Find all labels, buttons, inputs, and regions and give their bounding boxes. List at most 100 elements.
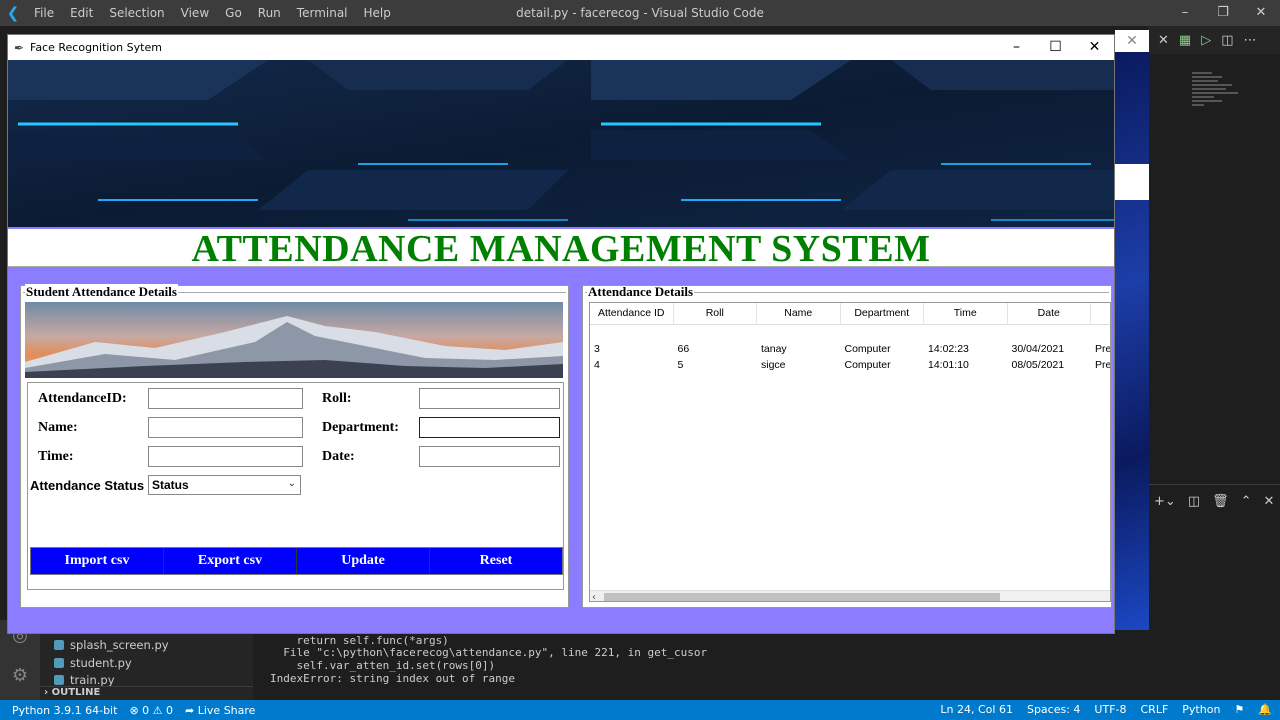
column-header[interactable]: Roll — [674, 303, 757, 325]
notifications-icon[interactable]: 🔔 — [1258, 700, 1272, 720]
menu-item-run[interactable]: Run — [250, 0, 289, 26]
table-cell: 66 — [677, 343, 690, 355]
vscode-logo-icon: ❮ — [6, 4, 20, 22]
live-share-icon: ➦ — [185, 703, 198, 717]
trash-icon[interactable]: 🗑 — [1212, 494, 1229, 509]
table-border — [1110, 373, 1111, 583]
terminal-line: self.var_atten_id.set(rows[0]) — [270, 659, 496, 672]
feedback-icon[interactable]: ⚑ — [1234, 700, 1244, 720]
run-file-icon[interactable]: ▷ — [1201, 33, 1211, 48]
background-window-close-icon[interactable]: ✕ — [1115, 30, 1149, 52]
attendance-status-select[interactable]: Status ⌄ — [148, 475, 301, 495]
column-header[interactable]: Name — [757, 303, 841, 325]
attendance-form: AttendanceID: Roll: Name: Department: Ti… — [27, 382, 564, 590]
chevron-down-icon: ⌄ — [287, 478, 296, 489]
live-share-button[interactable]: ➦ Live Share — [185, 704, 255, 717]
line-ending[interactable]: CRLF — [1141, 700, 1169, 720]
name-input[interactable] — [148, 417, 303, 438]
column-header[interactable]: Time — [924, 303, 1008, 325]
header-banner-image — [8, 60, 1114, 227]
scroll-left-icon[interactable]: ‹ — [592, 591, 596, 601]
table-row[interactable]: 3 66 tanay Computer 14:02:23 30/04/2021 Pres — [590, 341, 1110, 357]
more-actions-icon[interactable]: ⋯ — [1244, 33, 1257, 48]
department-label: Department: — [322, 420, 399, 435]
menu-item-file[interactable]: File — [26, 0, 62, 26]
date-input[interactable] — [419, 446, 560, 467]
scrollbar-thumb[interactable] — [604, 593, 1000, 601]
background-window — [1115, 52, 1149, 630]
date-label: Date: — [322, 449, 355, 464]
attendance-id-input[interactable] — [148, 388, 303, 409]
indentation[interactable]: Spaces: 4 — [1027, 700, 1080, 720]
language-mode[interactable]: Python — [1182, 700, 1220, 720]
update-button[interactable]: Update — [297, 548, 430, 574]
encoding[interactable]: UTF-8 — [1094, 700, 1126, 720]
table-row[interactable]: 4 5 sigce Computer 14:01:10 08/05/2021 Pres — [590, 357, 1111, 373]
cursor-position[interactable]: Ln 24, Col 61 — [940, 700, 1013, 720]
close-tab-icon[interactable]: ✕ — [1158, 33, 1169, 48]
menu-item-go[interactable]: Go — [217, 0, 250, 26]
gear-icon[interactable]: ⚙ — [8, 664, 32, 688]
table-cell: Pres — [1095, 359, 1111, 371]
close-icon[interactable]: ✕ — [1075, 35, 1114, 60]
split-terminal-icon[interactable]: ◫ — [1188, 494, 1200, 509]
menu-item-view[interactable]: View — [173, 0, 217, 26]
department-input[interactable] — [419, 417, 560, 438]
run-extension-icon[interactable]: ▦ — [1179, 33, 1191, 48]
app-titlebar: ✒ Face Recognition Sytem – ☐ ✕ — [8, 35, 1114, 60]
maximize-icon[interactable]: ❐ — [1204, 0, 1242, 26]
new-terminal-icon[interactable]: +⌄ — [1154, 494, 1176, 509]
column-header[interactable]: Date — [1008, 303, 1091, 325]
explorer-file[interactable]: train.py — [54, 674, 115, 686]
attendance-status-label: Attendance Status — [30, 478, 145, 493]
python-file-icon — [54, 675, 64, 685]
status-bar: Python 3.9.1 64-bit ⊗ 0 ⚠ 0 ➦ Live Share… — [0, 700, 1280, 720]
menu-item-selection[interactable]: Selection — [101, 0, 172, 26]
python-file-icon — [54, 640, 64, 650]
terminal-line: File "c:\python\facerecog\attendance.py"… — [270, 646, 708, 659]
column-header[interactable]: A — [1091, 303, 1110, 325]
table-cell: 5 — [677, 359, 684, 371]
table-cell: Computer — [844, 359, 891, 371]
tk-feather-icon: ✒ — [13, 40, 25, 55]
minimize-icon[interactable]: – — [997, 35, 1036, 60]
file-name: splash_screen.py — [70, 638, 169, 652]
menu-item-help[interactable]: Help — [356, 0, 399, 26]
explorer-file[interactable]: student.py — [54, 656, 132, 670]
maximize-panel-icon[interactable]: ⌃ — [1241, 494, 1252, 509]
column-header[interactable]: Department — [841, 303, 924, 325]
terminal-line: IndexError: string index out of range — [270, 672, 516, 685]
attendance-table[interactable]: Attendance IDRollNameDepartmentTimeDateA… — [589, 302, 1111, 602]
app-window: ✒ Face Recognition Sytem – ☐ ✕ ATTENDANC… — [7, 34, 1115, 634]
reset-button[interactable]: Reset — [430, 548, 562, 574]
column-header[interactable]: Attendance ID — [590, 303, 674, 325]
time-input[interactable] — [148, 446, 303, 467]
minimize-icon[interactable]: – — [1166, 0, 1204, 26]
file-name: train.py — [70, 674, 115, 686]
student-attendance-frame: Student Attendance Details AttendanceID:… — [20, 284, 569, 608]
close-panel-icon[interactable]: ✕ — [1264, 494, 1275, 509]
menu-item-terminal[interactable]: Terminal — [289, 0, 356, 26]
desktop: ❮ File Edit Selection View Go Run Terminal Help… — [0, 0, 1280, 720]
outline-label: OUTLINE — [51, 687, 101, 698]
table-cell: 14:01:10 — [928, 359, 969, 371]
minimap[interactable] — [1192, 70, 1242, 130]
horizontal-scrollbar[interactable]: ‹ — [590, 590, 1110, 601]
menu-item-edit[interactable]: Edit — [62, 0, 101, 26]
split-editor-icon[interactable]: ◫ — [1221, 33, 1233, 48]
import-csv-button[interactable]: Import csv — [31, 548, 164, 574]
time-label: Time: — [38, 449, 74, 464]
roll-label: Roll: — [322, 391, 352, 406]
terminal[interactable]: return self.func(*args) File "c:\python\… — [253, 634, 1148, 700]
close-icon[interactable]: ✕ — [1242, 0, 1280, 26]
maximize-icon[interactable]: ☐ — [1036, 35, 1075, 60]
mountain-image — [25, 302, 563, 378]
attendance-status-value: Status — [152, 478, 189, 492]
roll-input[interactable] — [419, 388, 560, 409]
python-interpreter[interactable]: Python 3.9.1 64-bit — [12, 704, 117, 717]
outline-section[interactable]: › OUTLINE — [40, 686, 253, 700]
explorer-file[interactable]: splash_screen.py — [54, 638, 169, 652]
export-csv-button[interactable]: Export csv — [164, 548, 297, 574]
problems-count[interactable]: ⊗ 0 ⚠ 0 — [129, 704, 173, 717]
python-file-icon — [54, 658, 64, 668]
